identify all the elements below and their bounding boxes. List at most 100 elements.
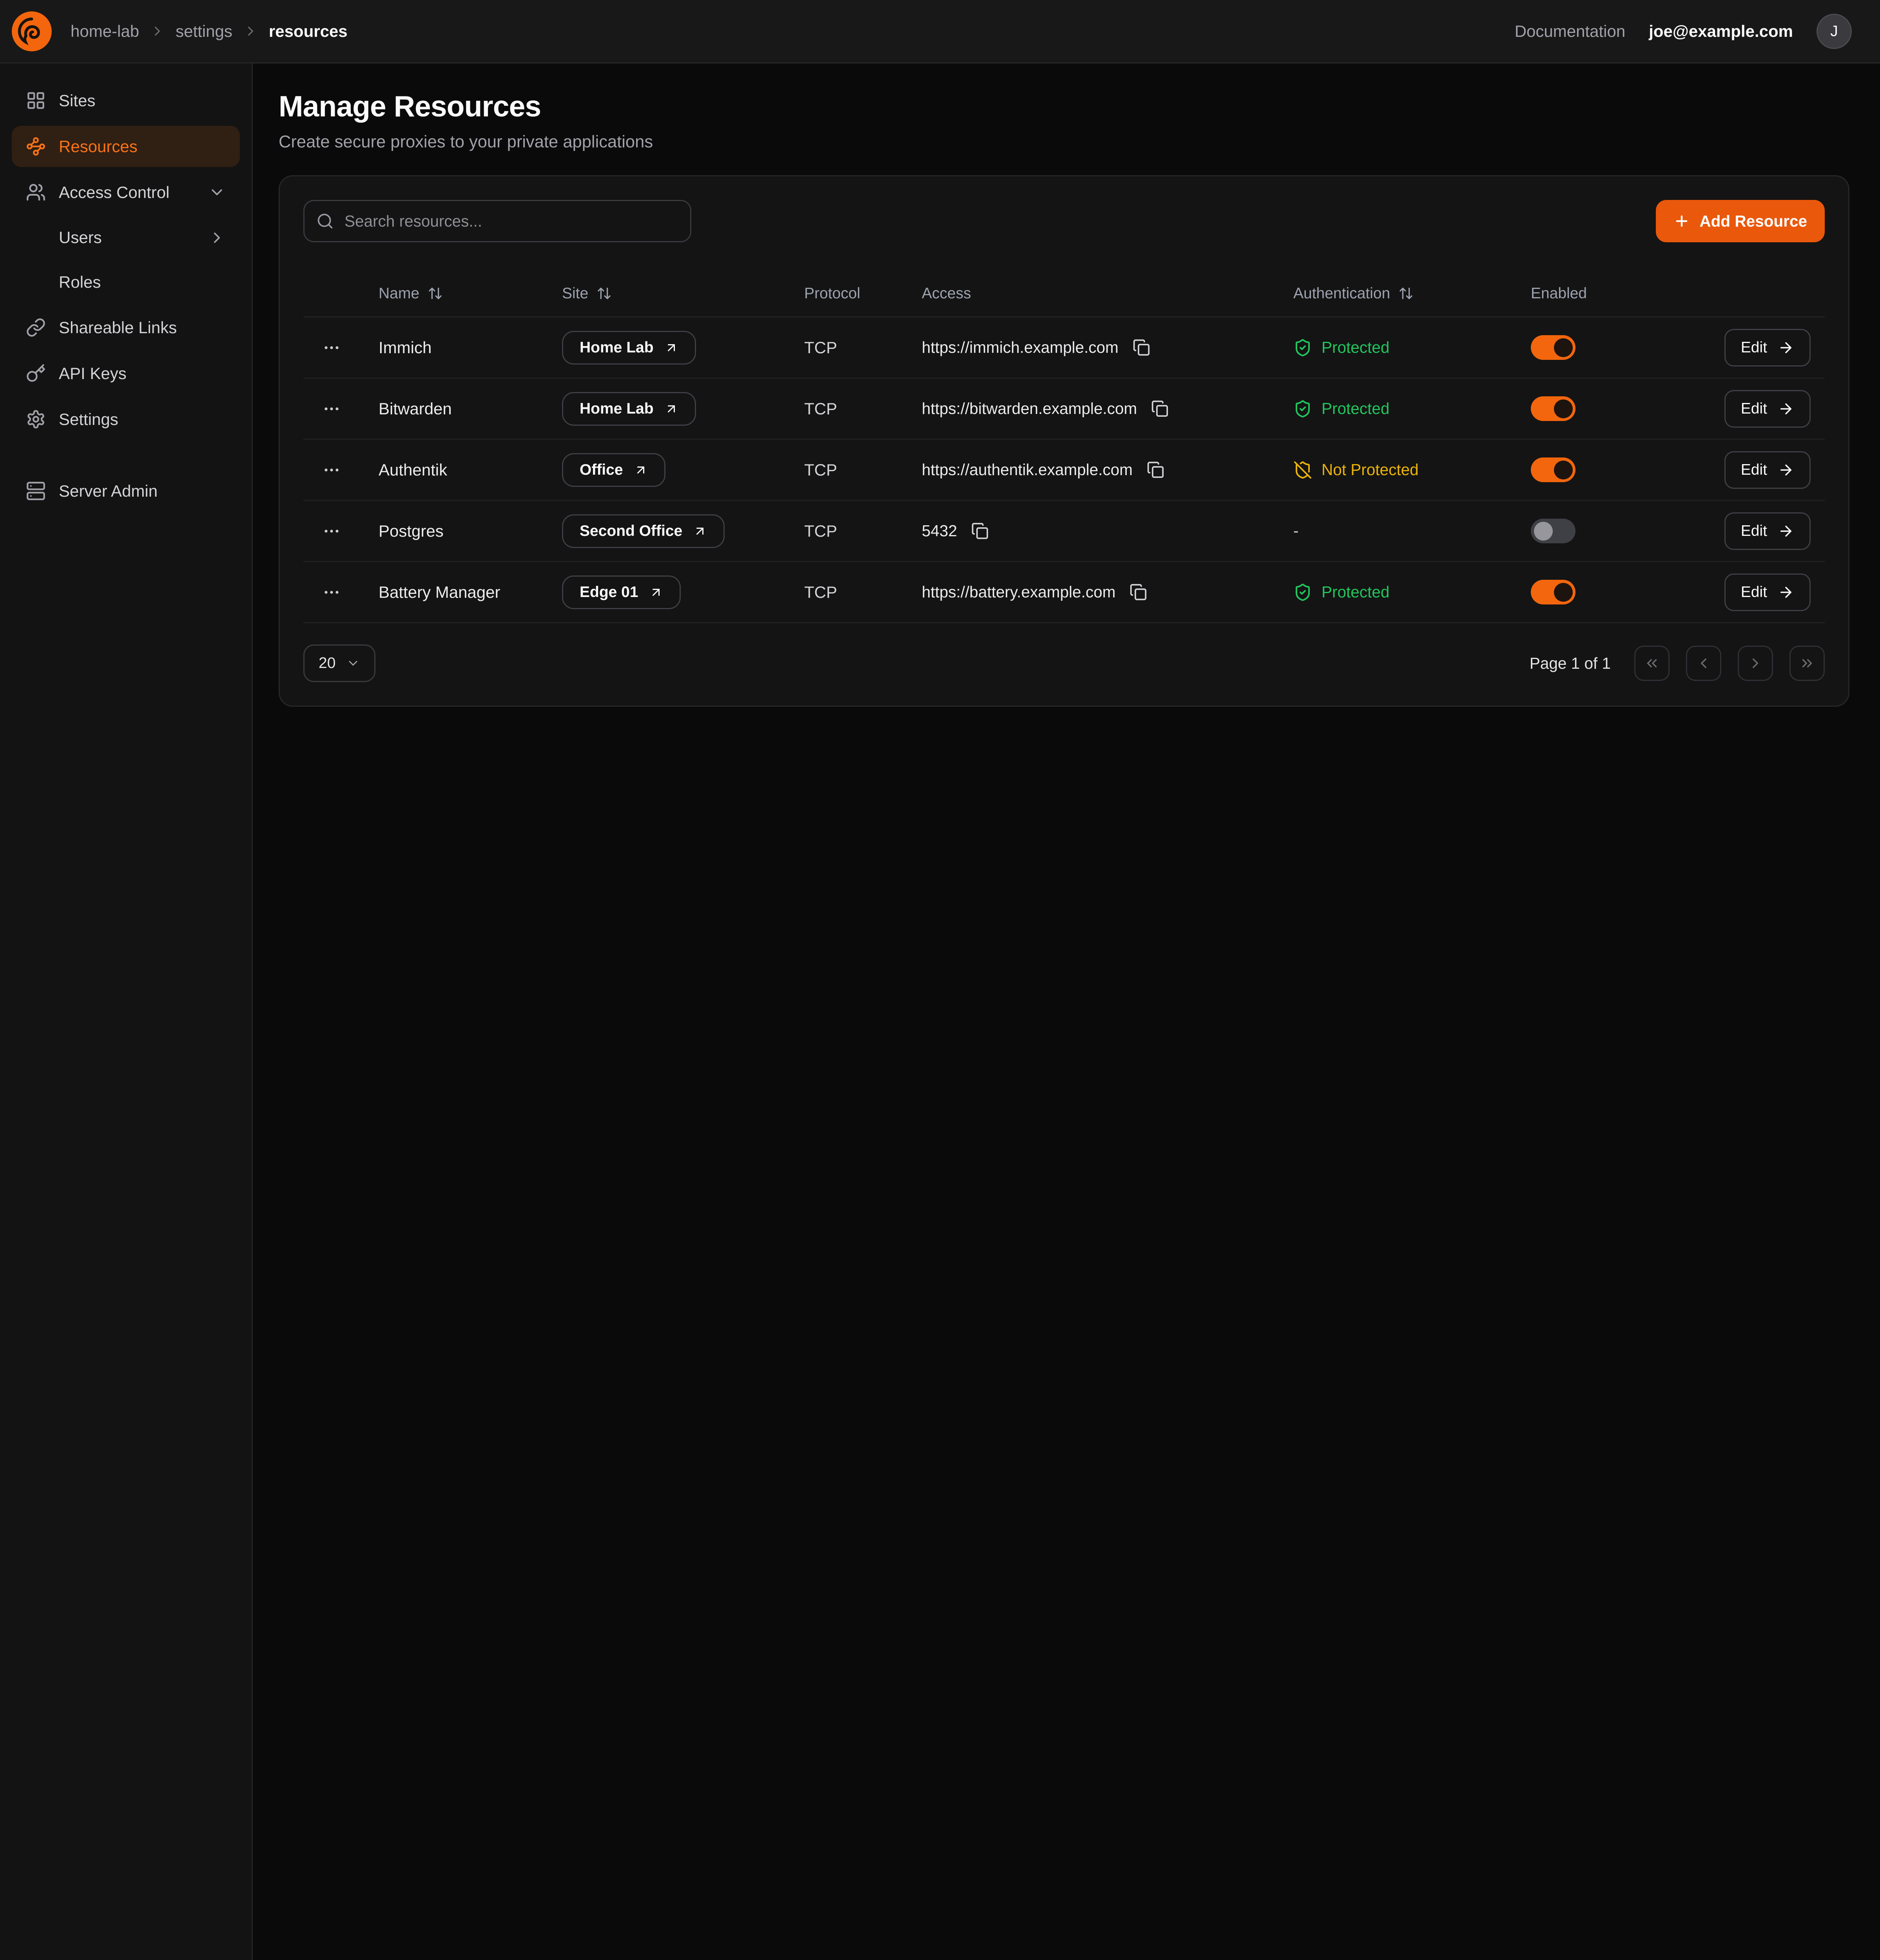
- documentation-link[interactable]: Documentation: [1515, 22, 1626, 41]
- sidebar-item-access-control[interactable]: Access Control: [12, 172, 240, 213]
- site-link-button[interactable]: Office: [562, 453, 665, 487]
- enabled-toggle[interactable]: [1531, 519, 1575, 543]
- search-icon: [316, 212, 334, 230]
- site-name: Edge 01: [580, 584, 638, 601]
- auth-cell: Protected: [1293, 399, 1531, 418]
- sidebar-item-label: Sites: [59, 91, 95, 110]
- edit-button[interactable]: Edit: [1724, 573, 1811, 611]
- edit-button[interactable]: Edit: [1724, 512, 1811, 550]
- site-name: Home Lab: [580, 339, 654, 356]
- shield-check-icon: [1293, 399, 1312, 418]
- users-icon: [26, 182, 46, 202]
- sort-icon: [1398, 286, 1414, 301]
- sidebar-item-roles[interactable]: Roles: [12, 262, 240, 302]
- key-icon: [26, 363, 46, 383]
- sidebar-nav: Sites Resources Access Control Users Rol: [12, 80, 240, 512]
- arrow-right-icon: [1778, 462, 1794, 478]
- shield-check-icon: [1293, 338, 1312, 357]
- protocol: TCP: [804, 522, 922, 541]
- row-menu-button[interactable]: [317, 395, 346, 423]
- layout-grid-icon: [26, 91, 46, 111]
- previous-page-button[interactable]: [1686, 646, 1721, 681]
- site-link-button[interactable]: Home Lab: [562, 392, 696, 426]
- main-content: Manage Resources Create secure proxies t…: [253, 64, 1880, 1960]
- enabled-toggle[interactable]: [1531, 396, 1575, 421]
- sidebar-item-shareable-links[interactable]: Shareable Links: [12, 307, 240, 348]
- table-row: Battery Manager Edge 01 TCP https://batt…: [303, 562, 1825, 623]
- edit-cell: Edit: [1691, 573, 1825, 611]
- column-site[interactable]: Site: [562, 285, 804, 302]
- ellipsis-icon: [322, 399, 341, 418]
- table-row: Bitwarden Home Lab TCP https://bitwarden…: [303, 379, 1825, 440]
- auth-label: Not Protected: [1322, 461, 1419, 479]
- row-menu-cell: [303, 395, 379, 423]
- auth-cell: Not Protected: [1293, 461, 1531, 479]
- row-menu-cell: [303, 456, 379, 484]
- site-cell: Second Office: [562, 514, 804, 548]
- edit-button[interactable]: Edit: [1724, 329, 1811, 367]
- ellipsis-icon: [322, 583, 341, 602]
- breadcrumb-item-org[interactable]: home-lab: [71, 22, 139, 41]
- edit-button-label: Edit: [1741, 461, 1767, 479]
- auth-status: Protected: [1293, 399, 1389, 418]
- user-email[interactable]: joe@example.com: [1649, 22, 1793, 41]
- column-authentication[interactable]: Authentication: [1293, 285, 1531, 302]
- access-cell: https://immich.example.com: [922, 336, 1293, 359]
- edit-button[interactable]: Edit: [1724, 390, 1811, 428]
- copy-button[interactable]: [1127, 581, 1149, 603]
- add-resource-button[interactable]: Add Resource: [1656, 200, 1825, 242]
- site-link-button[interactable]: Second Office: [562, 514, 725, 548]
- site-cell: Home Lab: [562, 392, 804, 426]
- copy-button[interactable]: [1149, 397, 1171, 420]
- site-link-button[interactable]: Home Lab: [562, 331, 696, 365]
- site-name: Office: [580, 461, 623, 479]
- sidebar-item-users[interactable]: Users: [12, 218, 240, 258]
- copy-button[interactable]: [1130, 336, 1153, 359]
- sidebar-item-settings[interactable]: Settings: [12, 399, 240, 440]
- row-menu-button[interactable]: [317, 334, 346, 362]
- copy-button[interactable]: [969, 520, 991, 542]
- column-name[interactable]: Name: [379, 285, 562, 302]
- page-size-select[interactable]: 20: [303, 644, 375, 682]
- first-page-button[interactable]: [1634, 646, 1670, 681]
- toolbar: Add Resource: [303, 200, 1825, 242]
- app-logo-icon[interactable]: [12, 11, 52, 51]
- chevron-right-icon: [1747, 655, 1764, 671]
- enabled-cell: [1531, 396, 1691, 421]
- sidebar-item-sites[interactable]: Sites: [12, 80, 240, 121]
- sidebar-item-api-keys[interactable]: API Keys: [12, 353, 240, 394]
- avatar[interactable]: J: [1817, 14, 1852, 49]
- search-input[interactable]: [303, 200, 691, 242]
- edit-cell: Edit: [1691, 512, 1825, 550]
- last-page-button[interactable]: [1789, 646, 1825, 681]
- copy-button[interactable]: [1144, 459, 1167, 481]
- row-menu-button[interactable]: [317, 456, 346, 484]
- breadcrumb-item-settings[interactable]: settings: [176, 22, 232, 41]
- edit-button-label: Edit: [1741, 584, 1767, 601]
- gear-icon: [26, 409, 46, 429]
- chevron-down-icon: [346, 656, 360, 670]
- add-resource-label: Add Resource: [1699, 212, 1807, 230]
- auth-status: Not Protected: [1293, 461, 1419, 479]
- column-protocol: Protocol: [804, 285, 922, 302]
- sidebar-item-server-admin[interactable]: Server Admin: [12, 470, 240, 512]
- enabled-toggle[interactable]: [1531, 335, 1575, 360]
- sidebar-item-label: Server Admin: [59, 482, 158, 501]
- row-menu-button[interactable]: [317, 517, 346, 545]
- row-menu-button[interactable]: [317, 578, 346, 606]
- topbar: home-lab settings resources Documentatio…: [0, 0, 1880, 64]
- auth-cell: Protected: [1293, 583, 1531, 602]
- site-link-button[interactable]: Edge 01: [562, 575, 681, 609]
- sidebar-item-resources[interactable]: Resources: [12, 126, 240, 167]
- plus-icon: [1673, 213, 1690, 229]
- protocol: TCP: [804, 338, 922, 357]
- enabled-toggle[interactable]: [1531, 580, 1575, 604]
- edit-button[interactable]: Edit: [1724, 451, 1811, 489]
- next-page-button[interactable]: [1738, 646, 1773, 681]
- enabled-cell: [1531, 519, 1691, 543]
- site-cell: Office: [562, 453, 804, 487]
- enabled-toggle[interactable]: [1531, 457, 1575, 482]
- chevron-down-icon: [208, 183, 226, 201]
- arrow-up-right-icon: [664, 341, 678, 355]
- edit-button-label: Edit: [1741, 400, 1767, 417]
